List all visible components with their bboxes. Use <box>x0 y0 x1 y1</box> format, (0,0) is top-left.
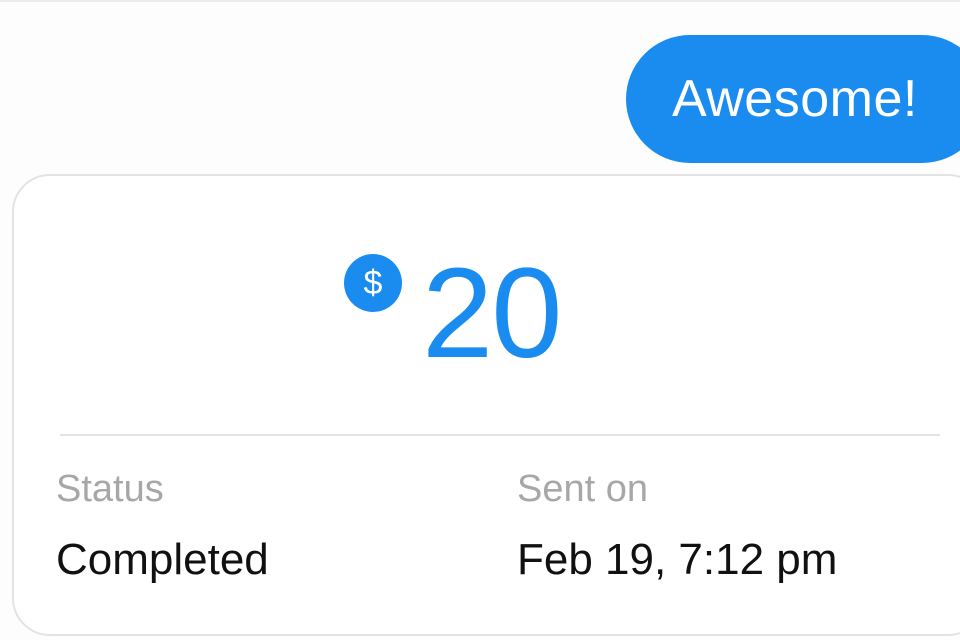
sent-on-section: Sent on Feb 19, 7:12 pm <box>517 470 837 582</box>
sent-on-value: Feb 19, 7:12 pm <box>517 535 838 584</box>
card-divider <box>60 434 940 436</box>
top-divider <box>0 0 960 2</box>
dollar-sign-icon: $ <box>344 254 402 312</box>
status-section: Status Completed <box>56 470 269 582</box>
message-text: Awesome! <box>672 70 918 128</box>
payment-card[interactable]: $ 20 Status Completed Sent on Feb 19, 7:… <box>12 174 960 636</box>
message-bubble-outgoing[interactable]: Awesome! <box>626 35 960 163</box>
status-label: Status <box>56 468 164 510</box>
payment-amount: $ 20 <box>344 250 562 378</box>
amount-value: 20 <box>422 242 562 385</box>
sent-on-label: Sent on <box>517 468 648 510</box>
status-value: Completed <box>56 535 269 584</box>
conversation-view: Awesome! $ 20 Status Completed Sent on F… <box>0 0 960 640</box>
